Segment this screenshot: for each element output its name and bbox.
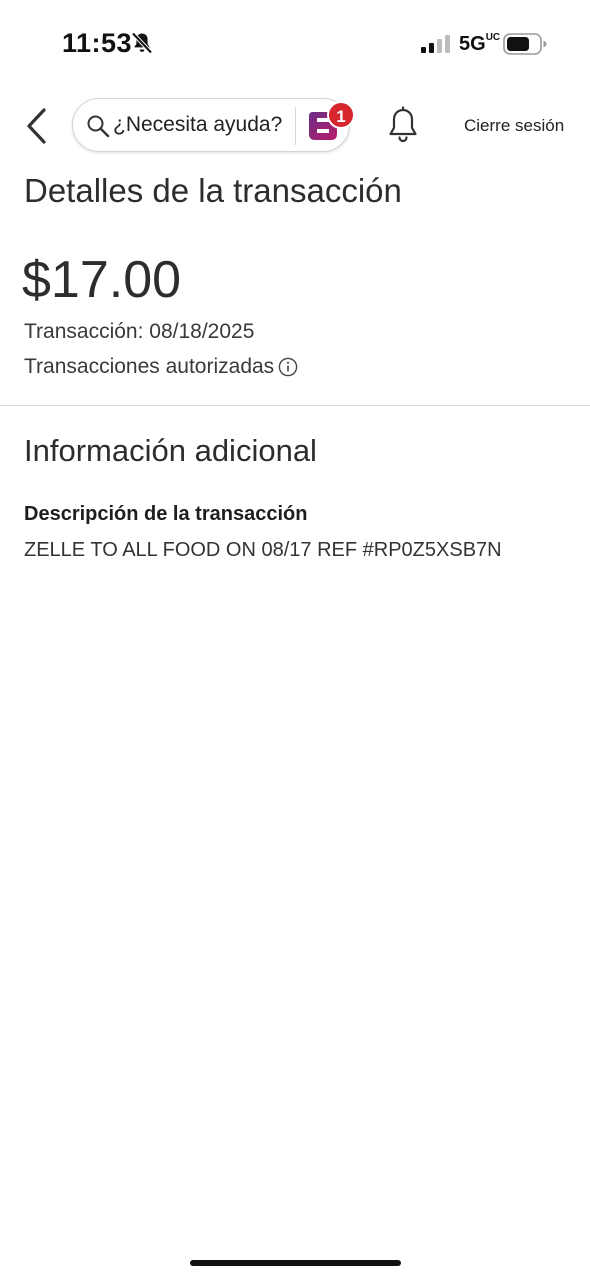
network-type: 5G xyxy=(459,33,486,55)
status-time: 11:53 xyxy=(62,28,133,58)
network-sup: UC xyxy=(485,32,501,43)
logout-link[interactable]: Cierre sesión xyxy=(464,116,564,136)
section-divider xyxy=(0,405,590,406)
description-value: ZELLE TO ALL FOOD ON 08/17 REF #RP0Z5XSB… xyxy=(24,539,502,561)
help-search-button[interactable]: ¿Necesita ayuda? 1 xyxy=(72,98,355,152)
search-icon xyxy=(87,115,110,138)
bell-slash-icon xyxy=(131,32,153,54)
network-indicator: 5GUC xyxy=(459,33,500,56)
transaction-details-screen: 11:53 5GUC ¿Necesita ayuda? 1 Cierre ses… xyxy=(0,0,590,1280)
description-label: Descripción de la transacción xyxy=(24,503,308,525)
signal-icon xyxy=(421,35,450,53)
transaction-status: Transacciones autorizadas xyxy=(24,355,298,383)
home-indicator[interactable] xyxy=(190,1260,401,1266)
chevron-left-icon[interactable] xyxy=(20,104,54,148)
info-icon[interactable] xyxy=(278,357,298,377)
transaction-date: Transacción: 08/18/2025 xyxy=(24,320,255,343)
notification-count-badge: 1 xyxy=(327,101,355,129)
transaction-status-label: Transacciones autorizadas xyxy=(24,355,275,379)
transaction-amount: $17.00 xyxy=(22,251,182,309)
page-title: Detalles de la transacción xyxy=(24,172,402,209)
additional-info-title: Información adicional xyxy=(24,433,317,468)
app-header: ¿Necesita ayuda? 1 Cierre sesión xyxy=(0,90,590,162)
battery-icon xyxy=(503,33,547,55)
notification-bell-icon[interactable] xyxy=(386,106,420,144)
pill-divider xyxy=(295,107,296,145)
status-bar: 11:53 5GUC xyxy=(0,0,590,80)
help-search-label: ¿Necesita ayuda? xyxy=(113,113,283,136)
